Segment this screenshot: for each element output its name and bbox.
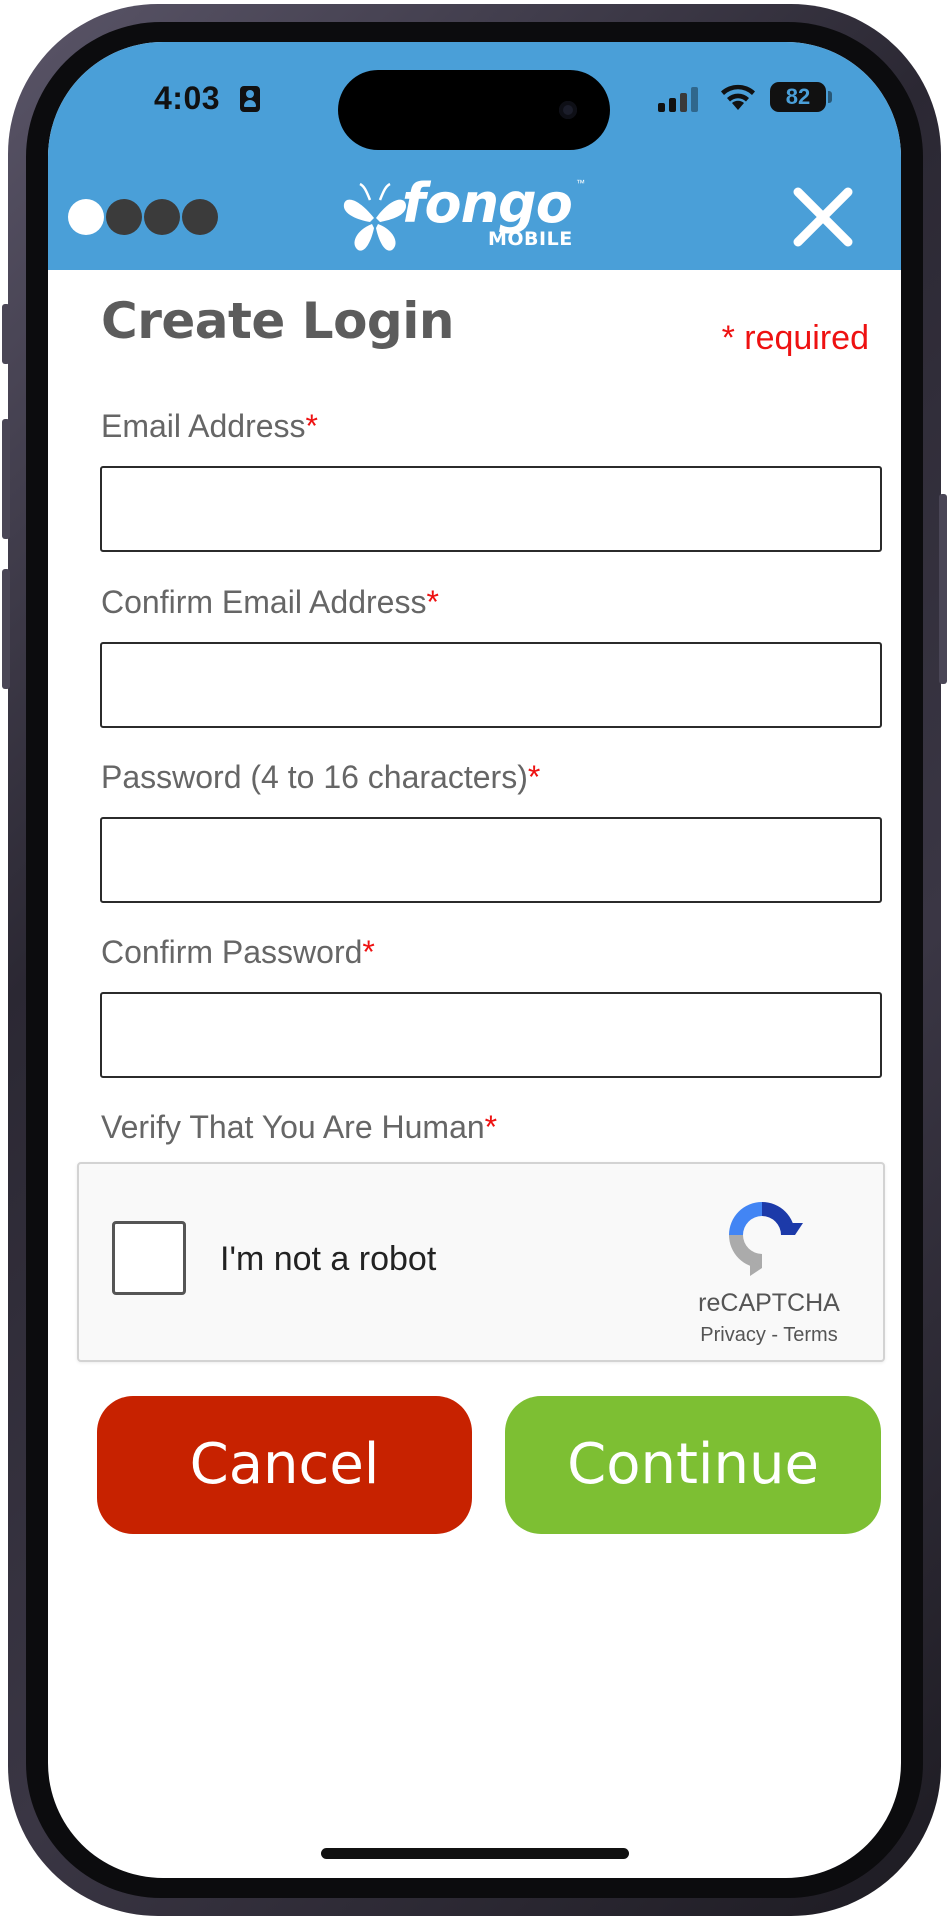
logo-trademark: ™ bbox=[576, 178, 585, 188]
focus-person-icon bbox=[240, 86, 260, 112]
progress-dot-2 bbox=[106, 199, 142, 235]
email-field[interactable] bbox=[100, 466, 882, 552]
confirm-email-label-text: Confirm Email Address bbox=[101, 584, 427, 620]
app-header: 4:03 82 fongo ™ MOBILE bbox=[48, 42, 901, 270]
recaptcha-terms-link[interactable]: Terms bbox=[783, 1324, 837, 1346]
camera-icon bbox=[559, 101, 577, 119]
required-marker: * bbox=[484, 1109, 498, 1145]
password-label: Password (4 to 16 characters)* bbox=[101, 759, 540, 796]
recaptcha-checkbox[interactable] bbox=[112, 1221, 186, 1295]
email-label: Email Address* bbox=[101, 408, 318, 445]
status-time: 4:03 bbox=[154, 80, 221, 116]
recaptcha-links: Privacy - Terms bbox=[674, 1324, 864, 1347]
progress-dot-4 bbox=[182, 199, 218, 235]
battery-tip bbox=[828, 91, 832, 103]
side-button-volume-down bbox=[2, 569, 10, 689]
logo-wordmark: fongo bbox=[402, 172, 573, 235]
butterfly-icon bbox=[343, 182, 406, 251]
close-icon[interactable] bbox=[790, 184, 856, 250]
captcha-section-label-text: Verify That You Are Human bbox=[101, 1109, 485, 1145]
page-title: Create Login bbox=[101, 292, 454, 350]
wifi-icon bbox=[721, 84, 755, 110]
required-note: * required bbox=[721, 319, 869, 357]
continue-button[interactable]: Continue bbox=[505, 1396, 881, 1534]
home-indicator[interactable] bbox=[321, 1848, 629, 1859]
confirm-password-label-text: Confirm Password bbox=[101, 934, 363, 970]
screen: 4:03 82 fongo ™ MOBILE Create Login * re… bbox=[48, 42, 901, 1878]
captcha-section-label: Verify That You Are Human* bbox=[101, 1109, 497, 1146]
logo-subtitle: MOBILE bbox=[488, 228, 573, 250]
recaptcha-checkbox-label[interactable]: I'm not a robot bbox=[220, 1240, 436, 1279]
progress-dot-3 bbox=[144, 199, 180, 235]
required-marker: * bbox=[305, 408, 318, 444]
required-marker: * bbox=[362, 934, 375, 970]
battery-icon: 82 bbox=[770, 82, 826, 112]
recaptcha-brand: reCAPTCHA bbox=[698, 1289, 840, 1317]
confirm-email-field[interactable] bbox=[100, 642, 882, 728]
confirm-email-label: Confirm Email Address* bbox=[101, 584, 439, 621]
password-label-text: Password (4 to 16 characters) bbox=[101, 759, 528, 795]
password-field[interactable] bbox=[100, 817, 882, 903]
recaptcha-link-separator: - bbox=[765, 1324, 784, 1346]
side-button-action bbox=[2, 304, 10, 364]
confirm-password-label: Confirm Password* bbox=[101, 934, 375, 971]
email-label-text: Email Address bbox=[101, 408, 306, 444]
dynamic-island bbox=[338, 70, 610, 150]
side-button-power bbox=[939, 494, 947, 684]
required-marker: * bbox=[426, 584, 439, 620]
fongo-mobile-logo: fongo ™ MOBILE bbox=[340, 172, 610, 262]
confirm-password-field[interactable] bbox=[100, 992, 882, 1078]
cellular-signal-icon bbox=[658, 86, 702, 112]
required-marker: * bbox=[527, 759, 541, 795]
side-button-volume-up bbox=[2, 419, 10, 539]
cancel-button[interactable]: Cancel bbox=[97, 1396, 472, 1534]
recaptcha-widget: I'm not a robot reCAPTCHA Privacy - Term… bbox=[77, 1162, 885, 1362]
progress-dot-1 bbox=[68, 199, 104, 235]
recaptcha-logo-icon bbox=[729, 1202, 803, 1276]
recaptcha-privacy-link[interactable]: Privacy bbox=[700, 1324, 766, 1346]
